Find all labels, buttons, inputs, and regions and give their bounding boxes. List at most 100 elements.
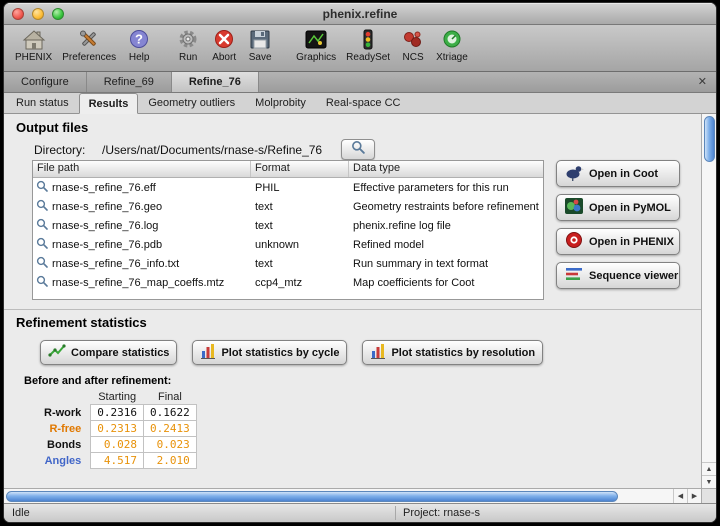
- main-toolbar: PHENIX Preferences ? Help Run Abort: [4, 25, 716, 72]
- toolbar-graphics[interactable]: Graphics: [291, 27, 341, 63]
- ncs-icon: [401, 28, 425, 52]
- toolbar-label: PHENIX: [15, 52, 52, 63]
- window-title: phenix.refine: [323, 7, 398, 21]
- tab-molprobity[interactable]: Molprobity: [245, 92, 316, 113]
- scroll-left-arrow-icon[interactable]: ◀: [673, 489, 687, 503]
- file-path: rnase-s_refine_76_map_coeffs.mtz: [52, 277, 224, 289]
- tab-refine-69[interactable]: Refine_69: [87, 72, 172, 92]
- column-header-format[interactable]: Format: [251, 161, 349, 177]
- table-row[interactable]: rnase-s_refine_76_info.txt text Run summ…: [33, 254, 543, 273]
- toolbar-abort[interactable]: Abort: [206, 27, 242, 63]
- vertical-scrollbar[interactable]: ▲ ▼: [701, 114, 716, 488]
- magnifier-icon: [36, 237, 48, 252]
- file-path: rnase-s_refine_76.geo: [52, 201, 162, 213]
- file-format: text: [251, 258, 349, 270]
- scrollbar-corner: [701, 488, 716, 503]
- stats-row-bonds: Bonds 0.028 0.023: [42, 437, 196, 453]
- table-row[interactable]: rnase-s_refine_76_map_coeffs.mtz ccp4_mt…: [33, 273, 543, 292]
- title-bar[interactable]: phenix.refine: [4, 3, 716, 25]
- before-after-label: Before and after refinement:: [24, 375, 171, 387]
- open-in-coot-button[interactable]: Open in Coot: [556, 160, 680, 187]
- close-window-button[interactable]: [12, 8, 24, 20]
- toolbar-label: ReadySet: [346, 52, 390, 63]
- section-divider: [4, 309, 701, 310]
- toolbar-label: Xtriage: [436, 52, 468, 63]
- output-files-heading: Output files: [16, 120, 88, 135]
- vertical-scrollbar-thumb[interactable]: [704, 116, 715, 162]
- output-files-table[interactable]: File path Format Data type rnase-s_refin…: [32, 160, 544, 300]
- table-row[interactable]: rnase-s_refine_76.eff PHIL Effective par…: [33, 178, 543, 197]
- scroll-right-arrow-icon[interactable]: ▶: [687, 489, 701, 503]
- open-in-phenix-button[interactable]: Open in PHENIX: [556, 228, 680, 255]
- stat-label: Angles: [42, 453, 91, 469]
- stats-row-angles: Angles 4.517 2.010: [42, 453, 196, 469]
- column-header-data-type[interactable]: Data type: [349, 161, 543, 177]
- tab-results[interactable]: Results: [79, 93, 139, 114]
- toolbar-preferences[interactable]: Preferences: [57, 27, 121, 63]
- horizontal-scrollbar-thumb[interactable]: [6, 491, 618, 502]
- browse-directory-button[interactable]: [341, 139, 375, 160]
- toolbar-label: Graphics: [296, 52, 336, 63]
- stats-col-final: Final: [144, 390, 197, 405]
- toolbar-label: Abort: [212, 52, 236, 63]
- toolbar-readyset[interactable]: ReadySet: [341, 27, 395, 63]
- toolbar-save[interactable]: Save: [242, 27, 278, 63]
- toolbar-label: Save: [249, 52, 272, 63]
- tab-configure[interactable]: Configure: [4, 72, 87, 92]
- table-row[interactable]: rnase-s_refine_76.geo text Geometry rest…: [33, 197, 543, 216]
- file-data-type: Run summary in text format: [349, 258, 543, 270]
- file-data-type: phenix.refine log file: [349, 220, 543, 232]
- button-label: Open in PHENIX: [589, 236, 674, 248]
- magnifier-icon: [351, 140, 365, 159]
- toolbar-label: Run: [179, 52, 197, 63]
- help-icon: ?: [127, 28, 151, 52]
- plot-statistics-by-cycle-button[interactable]: Plot statistics by cycle: [192, 340, 347, 365]
- open-in-pymol-button[interactable]: Open in PyMOL: [556, 194, 680, 221]
- horizontal-scrollbar[interactable]: ◀ ▶: [4, 488, 701, 503]
- results-panel: Output files Directory: /Users/nat/Docum…: [4, 114, 716, 503]
- phenix-refine-window: phenix.refine PHENIX Preferences ? Help: [3, 2, 717, 523]
- tab-real-space-cc[interactable]: Real-space CC: [316, 92, 411, 113]
- coot-icon: [564, 163, 584, 184]
- toolbar-run[interactable]: Run: [170, 27, 206, 63]
- stat-starting-value: 4.517: [91, 453, 144, 469]
- open-buttons-column: Open in Coot Open in PyMOL Open in PHENI…: [556, 160, 680, 289]
- table-row[interactable]: rnase-s_refine_76.pdb unknown Refined mo…: [33, 235, 543, 254]
- zoom-window-button[interactable]: [52, 8, 64, 20]
- stats-col-starting: Starting: [91, 390, 144, 405]
- toolbar-phenix[interactable]: PHENIX: [10, 27, 57, 63]
- readyset-icon: [356, 28, 380, 52]
- file-format: PHIL: [251, 182, 349, 194]
- close-tab-icon[interactable]: ✕: [689, 72, 716, 92]
- file-path: rnase-s_refine_76.pdb: [52, 239, 162, 251]
- tab-run-status[interactable]: Run status: [6, 92, 79, 113]
- refinement-stats-table: Starting Final R-work 0.2316 0.1622 R-fr…: [42, 390, 197, 469]
- file-format: unknown: [251, 239, 349, 251]
- column-header-file-path[interactable]: File path: [33, 161, 251, 177]
- magnifier-icon: [36, 180, 48, 195]
- file-path: rnase-s_refine_76.log: [52, 220, 158, 232]
- toolbar-xtriage[interactable]: Xtriage: [431, 27, 473, 63]
- file-data-type: Map coefficients for Coot: [349, 277, 543, 289]
- phenix-home-icon: [22, 28, 46, 52]
- sequence-viewer-button[interactable]: Sequence viewer: [556, 262, 680, 289]
- plot-statistics-by-resolution-button[interactable]: Plot statistics by resolution: [362, 340, 543, 365]
- xtriage-icon: [440, 28, 464, 52]
- scroll-up-arrow-icon[interactable]: ▲: [702, 462, 716, 475]
- abort-icon: [212, 28, 236, 52]
- toolbar-help[interactable]: ? Help: [121, 27, 157, 63]
- stats-row-r-free: R-free 0.2313 0.2413: [42, 421, 196, 437]
- file-format: text: [251, 201, 349, 213]
- tab-geometry-outliers[interactable]: Geometry outliers: [138, 92, 245, 113]
- tab-refine-76[interactable]: Refine_76: [172, 72, 259, 92]
- table-row[interactable]: rnase-s_refine_76.log text phenix.refine…: [33, 216, 543, 235]
- refinement-statistics-heading: Refinement statistics: [16, 315, 147, 330]
- compare-statistics-button[interactable]: Compare statistics: [40, 340, 177, 365]
- horizontal-scroll-arrows: ◀ ▶: [673, 489, 701, 503]
- scroll-down-arrow-icon[interactable]: ▼: [702, 475, 716, 488]
- minimize-window-button[interactable]: [32, 8, 44, 20]
- magnifier-icon: [36, 218, 48, 233]
- stats-header-row: Starting Final: [42, 390, 196, 405]
- stat-label: Bonds: [42, 437, 91, 453]
- toolbar-ncs[interactable]: NCS: [395, 27, 431, 63]
